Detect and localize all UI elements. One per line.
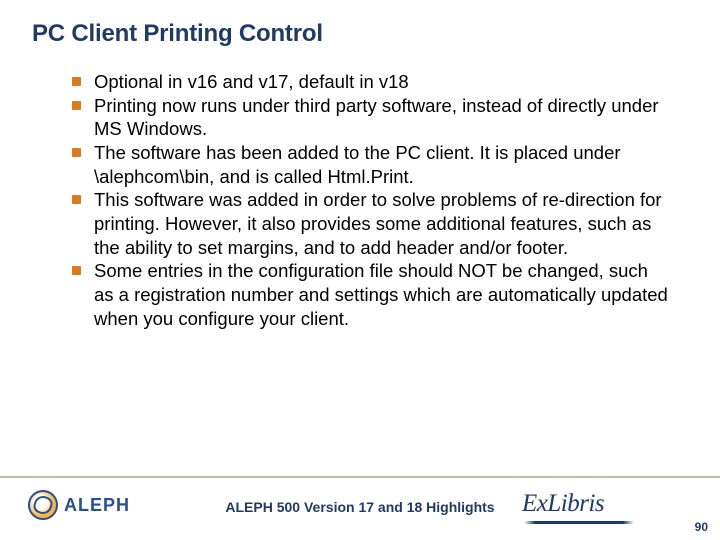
list-item: The software has been added to the PC cl… bbox=[72, 141, 672, 188]
list-item: Printing now runs under third party soft… bbox=[72, 94, 672, 141]
bullet-text: The software has been added to the PC cl… bbox=[94, 142, 621, 187]
slide-title: PC Client Printing Control bbox=[32, 20, 323, 48]
footer-divider bbox=[0, 476, 720, 478]
exlibris-underline-icon bbox=[524, 521, 634, 524]
footer: ALEPH ALEPH 500 Version 17 and 18 Highli… bbox=[0, 480, 720, 540]
aleph-logo: ALEPH bbox=[28, 490, 130, 520]
aleph-logo-text: ALEPH bbox=[64, 495, 130, 516]
bullet-text: This software was added in order to solv… bbox=[94, 189, 662, 257]
list-item: Some entries in the configuration file s… bbox=[72, 259, 672, 330]
bullet-text: Printing now runs under third party soft… bbox=[94, 95, 659, 140]
footer-caption: ALEPH 500 Version 17 and 18 Highlights bbox=[225, 499, 494, 515]
list-item: Optional in v16 and v17, default in v18 bbox=[72, 70, 672, 94]
exlibris-logo-text: ExLibris bbox=[522, 490, 604, 518]
bullet-list: Optional in v16 and v17, default in v18 … bbox=[72, 70, 672, 330]
bullet-text: Some entries in the configuration file s… bbox=[94, 260, 668, 328]
aleph-logo-icon bbox=[28, 490, 58, 520]
page-number: 90 bbox=[695, 520, 708, 534]
bullet-text: Optional in v16 and v17, default in v18 bbox=[94, 71, 409, 92]
exlibris-logo: ExLibris bbox=[522, 488, 642, 526]
slide: PC Client Printing Control Optional in v… bbox=[0, 0, 720, 540]
list-item: This software was added in order to solv… bbox=[72, 188, 672, 259]
